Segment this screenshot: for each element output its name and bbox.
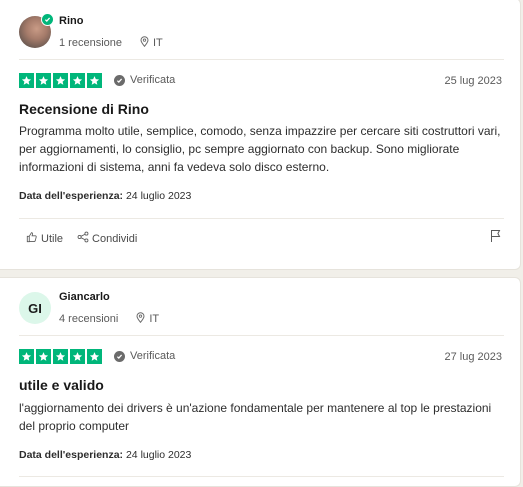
- review-title[interactable]: Recensione di Rino: [19, 101, 149, 117]
- avatar-initials: GI: [28, 300, 42, 316]
- reviewer-country: IT: [153, 37, 163, 49]
- reviewer-header: Rino 1 recensione IT: [19, 13, 163, 50]
- useful-button[interactable]: Utile: [26, 231, 63, 246]
- divider: [19, 59, 504, 60]
- star-icon: [87, 349, 102, 364]
- star-icon: [19, 73, 34, 88]
- thumbs-up-icon: [26, 231, 41, 246]
- star-icon: [36, 73, 51, 88]
- location-pin-icon: [140, 36, 149, 50]
- experience-label: Data dell'esperienza:: [19, 449, 124, 461]
- share-button[interactable]: Condividi: [77, 231, 137, 246]
- report-flag-icon[interactable]: [490, 229, 502, 248]
- reviewer-name[interactable]: Giancarlo: [59, 290, 159, 304]
- experience-date-value: 24 luglio 2023: [125, 190, 192, 202]
- share-label: Condividi: [92, 232, 138, 245]
- review-body: l'aggiornamento dei drivers è un'azione …: [19, 401, 492, 433]
- review-count: 4 recensioni: [59, 313, 119, 325]
- reviewer-name[interactable]: Rino: [59, 14, 163, 28]
- review-count: 1 recensione: [59, 37, 122, 49]
- verified-label: Verificata: [130, 350, 176, 362]
- checkmark-icon: [114, 74, 125, 86]
- verified-label: Verificata: [130, 74, 176, 86]
- experience-date: Data dell'esperienza: 24 luglio 2023: [19, 449, 191, 461]
- experience-date-value: 24 luglio 2023: [125, 449, 192, 461]
- divider: [19, 218, 504, 219]
- reviewer-country: IT: [149, 313, 160, 325]
- divider: [19, 335, 504, 336]
- star-icon: [87, 73, 102, 88]
- experience-label: Data dell'esperienza:: [19, 190, 124, 202]
- review-body: Programma molto utile, semplice, comodo,…: [19, 124, 501, 174]
- star-icon: [53, 73, 68, 88]
- avatar[interactable]: [19, 13, 54, 48]
- checkmark-icon: [114, 350, 125, 362]
- avatar[interactable]: GI: [19, 292, 51, 324]
- star-rating: [19, 349, 102, 364]
- verified-badge[interactable]: Verificata: [114, 74, 175, 86]
- review-card: GI Giancarlo 4 recensioni IT Verificata …: [0, 277, 521, 487]
- star-rating: [19, 73, 102, 88]
- review-card: Rino 1 recensione IT Verificata 25 lug 2…: [0, 0, 521, 270]
- verified-badge[interactable]: Verificata: [114, 350, 175, 362]
- review-actions: Utile Condividi: [26, 231, 151, 246]
- divider: [19, 476, 504, 477]
- review-date: 25 lug 2023: [444, 75, 503, 87]
- star-icon: [19, 349, 34, 364]
- star-icon: [53, 349, 68, 364]
- useful-label: Utile: [41, 232, 64, 245]
- star-icon: [70, 73, 85, 88]
- location-pin-icon: [136, 312, 145, 326]
- star-icon: [36, 349, 51, 364]
- review-date: 27 lug 2023: [444, 351, 503, 363]
- review-title[interactable]: utile e valido: [19, 377, 104, 393]
- reviewer-header: GI Giancarlo 4 recensioni IT: [19, 290, 159, 326]
- star-icon: [70, 349, 85, 364]
- verified-user-icon: [41, 13, 54, 26]
- experience-date: Data dell'esperienza: 24 luglio 2023: [19, 190, 191, 202]
- share-icon: [77, 231, 92, 246]
